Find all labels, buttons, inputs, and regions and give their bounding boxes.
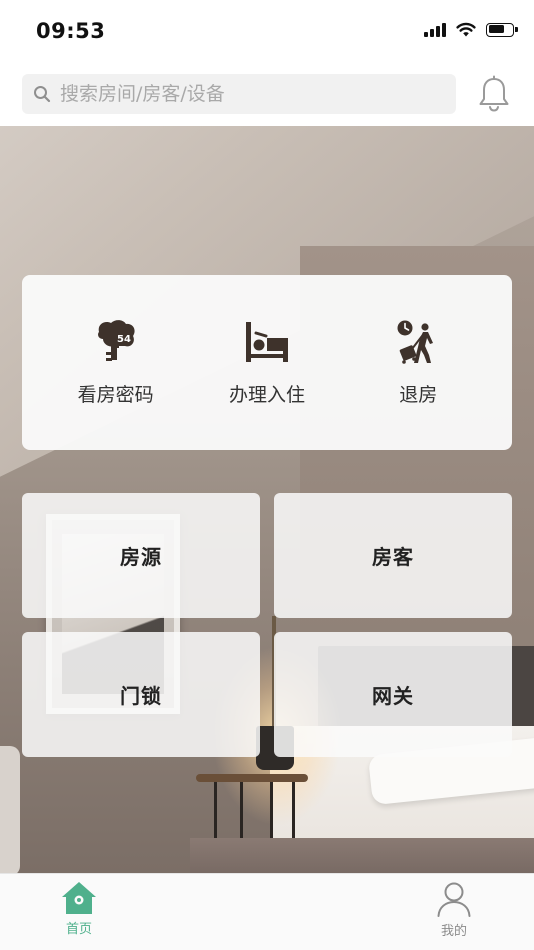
tab-home[interactable]: 首页	[49, 880, 109, 937]
home-icon	[62, 882, 96, 914]
checkout-icon	[394, 318, 442, 366]
key-icon: 54	[92, 318, 140, 366]
bed-icon	[243, 318, 291, 366]
tile-label: 网关	[372, 684, 414, 708]
check-in-button[interactable]: 办理入住	[197, 318, 337, 407]
door-lock-tile[interactable]: 门锁	[22, 632, 260, 757]
tile-label: 门锁	[120, 684, 162, 708]
guest-tile[interactable]: 房客	[274, 493, 512, 618]
notification-bell-icon[interactable]	[474, 74, 514, 114]
tile-label: 房源	[120, 545, 162, 569]
check-out-button[interactable]: 退房	[348, 318, 488, 407]
tile-label: 房客	[372, 545, 414, 569]
search-bar[interactable]	[22, 74, 456, 114]
status-bar: 09:53	[0, 0, 534, 66]
search-input[interactable]	[60, 74, 440, 114]
key-badge-text: 54	[117, 334, 131, 345]
tab-label: 我的	[440, 924, 467, 939]
search-icon	[32, 84, 52, 104]
header	[0, 66, 534, 126]
status-time: 09:53	[36, 19, 106, 43]
user-icon	[437, 882, 471, 917]
quick-action-label: 退房	[399, 384, 438, 406]
battery-icon	[486, 22, 518, 37]
quick-action-label: 看房密码	[77, 384, 154, 406]
view-room-password-button[interactable]: 54 看房密码	[46, 318, 186, 407]
quick-actions-card: 54 看房密码 办理入住 退房	[22, 275, 512, 450]
gateway-tile[interactable]: 网关	[274, 632, 512, 757]
cellular-signal-icon	[424, 22, 446, 37]
room-source-tile[interactable]: 房源	[22, 493, 260, 618]
status-icons	[424, 22, 518, 37]
wifi-icon	[456, 22, 476, 37]
quick-action-label: 办理入住	[228, 384, 305, 406]
tab-label: 首页	[65, 922, 92, 937]
tab-mine[interactable]: 我的	[424, 880, 484, 939]
bottom-tab-bar: 首页 我的	[0, 873, 534, 950]
